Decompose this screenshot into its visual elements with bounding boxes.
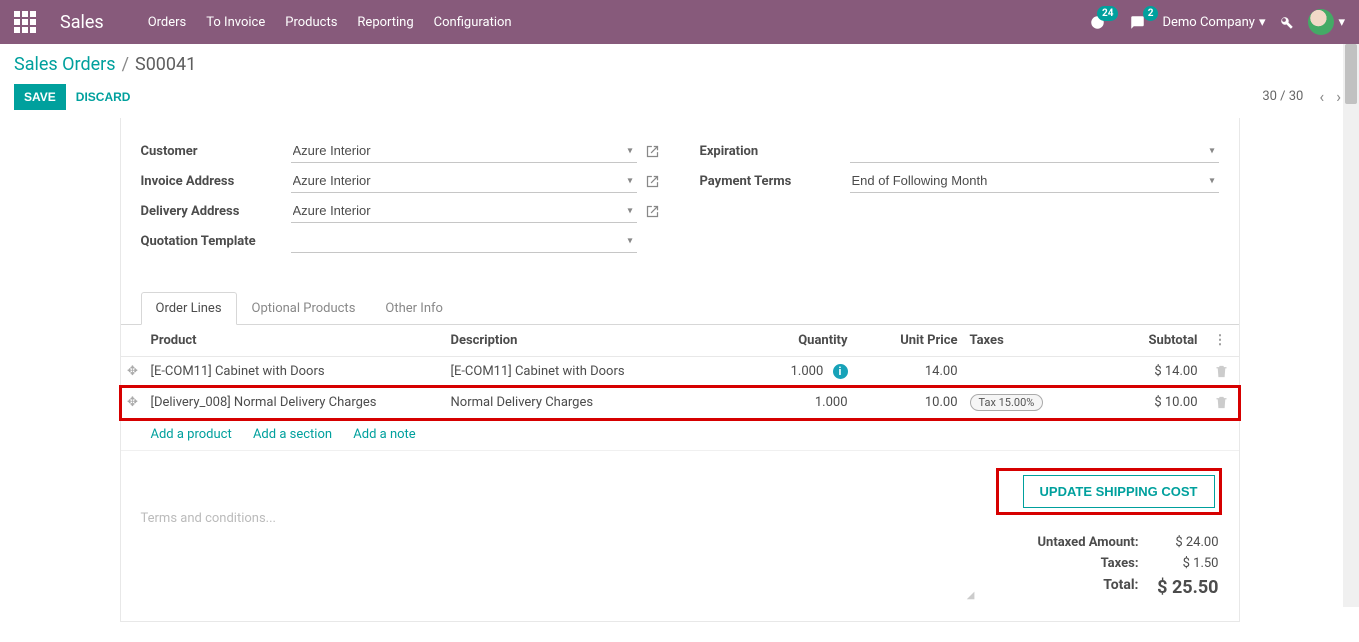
drag-handle-icon[interactable]: ✥: [121, 387, 145, 419]
invoice-address-field[interactable]: [291, 169, 637, 193]
cell-description[interactable]: [E-COM11] Cabinet with Doors: [445, 357, 744, 387]
cell-qty[interactable]: 1.000 i: [744, 357, 854, 387]
tax-tag: Tax 15.00%: [970, 394, 1044, 411]
total-label: Total:: [999, 577, 1139, 598]
avatar-icon: [1308, 9, 1334, 35]
label-expiration: Expiration: [700, 144, 850, 159]
pager-text[interactable]: 30 / 30: [1262, 89, 1303, 104]
save-button[interactable]: SAVE: [14, 84, 66, 110]
label-customer: Customer: [141, 144, 291, 159]
col-quantity[interactable]: Quantity: [744, 325, 854, 357]
form-sheet: Customer ▾ Invoice Address ▾ Delivery Ad…: [120, 118, 1240, 622]
cell-subtotal: $ 10.00: [1074, 387, 1204, 419]
cell-qty[interactable]: 1.000: [744, 387, 854, 419]
label-quotation-template: Quotation Template: [141, 234, 291, 249]
cell-product[interactable]: [E-COM11] Cabinet with Doors: [145, 357, 445, 387]
company-switcher[interactable]: Demo Company ▾: [1162, 15, 1265, 30]
expiration-field[interactable]: [850, 139, 1219, 163]
wrench-icon: [1279, 15, 1294, 30]
cell-product[interactable]: [Delivery_008] Normal Delivery Charges: [145, 387, 445, 419]
col-taxes[interactable]: Taxes: [964, 325, 1074, 357]
nav-menu: Orders To Invoice Products Reporting Con…: [148, 15, 512, 30]
pager-prev[interactable]: ‹: [1315, 83, 1328, 110]
scrollbar[interactable]: [1343, 44, 1359, 607]
resize-handle-icon[interactable]: ◢: [967, 590, 975, 601]
scrollbar-thumb[interactable]: [1345, 44, 1357, 104]
nav-orders[interactable]: Orders: [148, 15, 187, 30]
untaxed-value: $ 24.00: [1139, 535, 1219, 550]
activities-count: 24: [1097, 6, 1118, 21]
nav-reporting[interactable]: Reporting: [357, 15, 413, 30]
messages-button[interactable]: 2: [1122, 8, 1152, 36]
col-description[interactable]: Description: [445, 325, 744, 357]
cell-subtotal: $ 14.00: [1074, 357, 1204, 387]
update-shipping-highlight: UPDATE SHIPPING COST: [999, 471, 1219, 512]
taxes-value: $ 1.50: [1139, 556, 1219, 571]
activities-button[interactable]: 24: [1082, 8, 1112, 36]
delivery-address-field[interactable]: [291, 199, 637, 223]
breadcrumb-parent[interactable]: Sales Orders: [14, 54, 116, 75]
apps-icon[interactable]: [14, 11, 36, 33]
cell-price[interactable]: 14.00: [854, 357, 964, 387]
cell-price[interactable]: 10.00: [854, 387, 964, 419]
nav-configuration[interactable]: Configuration: [434, 15, 512, 30]
external-link-icon[interactable]: [645, 143, 660, 158]
order-lines-table: Product Description Quantity Unit Price …: [121, 325, 1239, 451]
trash-icon[interactable]: [1210, 364, 1233, 379]
cell-description[interactable]: Normal Delivery Charges: [445, 387, 744, 419]
breadcrumb-current: S00041: [135, 54, 196, 75]
tabs: Order Lines Optional Products Other Info: [121, 292, 1239, 325]
col-product[interactable]: Product: [145, 325, 445, 357]
untaxed-label: Untaxed Amount:: [999, 535, 1139, 550]
update-shipping-button[interactable]: UPDATE SHIPPING COST: [1023, 475, 1215, 508]
col-unit-price[interactable]: Unit Price: [854, 325, 964, 357]
messages-count: 2: [1143, 6, 1159, 21]
discard-button[interactable]: DISCARD: [66, 84, 141, 110]
cell-tax[interactable]: Tax 15.00%: [964, 387, 1074, 419]
breadcrumb-sep: /: [122, 54, 129, 75]
breadcrumb: Sales Orders / S00041: [14, 54, 1345, 75]
quotation-template-field[interactable]: [291, 229, 637, 253]
debug-icon[interactable]: [1275, 10, 1298, 33]
caret-down-icon: ▾: [1259, 15, 1266, 30]
terms-textarea[interactable]: Terms and conditions... ◢: [141, 471, 979, 601]
caret-down-icon: ▾: [1338, 15, 1345, 30]
add-note-link[interactable]: Add a note: [353, 427, 415, 442]
tab-optional-products[interactable]: Optional Products: [237, 292, 371, 325]
user-menu[interactable]: ▾: [1308, 9, 1345, 35]
nav-brand[interactable]: Sales: [60, 12, 104, 33]
col-subtotal[interactable]: Subtotal: [1074, 325, 1204, 357]
drag-handle-icon[interactable]: ✥: [121, 357, 145, 387]
navbar: Sales Orders To Invoice Products Reporti…: [0, 0, 1359, 44]
table-row-highlighted[interactable]: ✥ [Delivery_008] Normal Delivery Charges…: [121, 387, 1239, 419]
nav-to-invoice[interactable]: To Invoice: [206, 15, 265, 30]
total-value: $ 25.50: [1139, 577, 1219, 598]
speech-icon: [1130, 15, 1145, 30]
add-section-link[interactable]: Add a section: [253, 427, 332, 442]
tab-other-info[interactable]: Other Info: [370, 292, 458, 325]
company-name: Demo Company: [1162, 15, 1254, 30]
taxes-label: Taxes:: [999, 556, 1139, 571]
trash-icon[interactable]: [1210, 395, 1233, 410]
payment-terms-field[interactable]: [850, 169, 1219, 193]
cell-tax[interactable]: [964, 357, 1074, 387]
terms-placeholder: Terms and conditions...: [141, 511, 276, 526]
add-product-link[interactable]: Add a product: [151, 427, 232, 442]
external-link-icon[interactable]: [645, 203, 660, 218]
tab-order-lines[interactable]: Order Lines: [141, 292, 237, 325]
external-link-icon[interactable]: [645, 173, 660, 188]
info-icon[interactable]: i: [833, 364, 848, 379]
label-invoice-addr: Invoice Address: [141, 174, 291, 189]
nav-products[interactable]: Products: [285, 15, 337, 30]
columns-menu-icon[interactable]: ⋮: [1210, 333, 1231, 348]
customer-field[interactable]: [291, 139, 637, 163]
label-payment-terms: Payment Terms: [700, 174, 850, 189]
table-row[interactable]: ✥ [E-COM11] Cabinet with Doors [E-COM11]…: [121, 357, 1239, 387]
label-delivery-addr: Delivery Address: [141, 204, 291, 219]
